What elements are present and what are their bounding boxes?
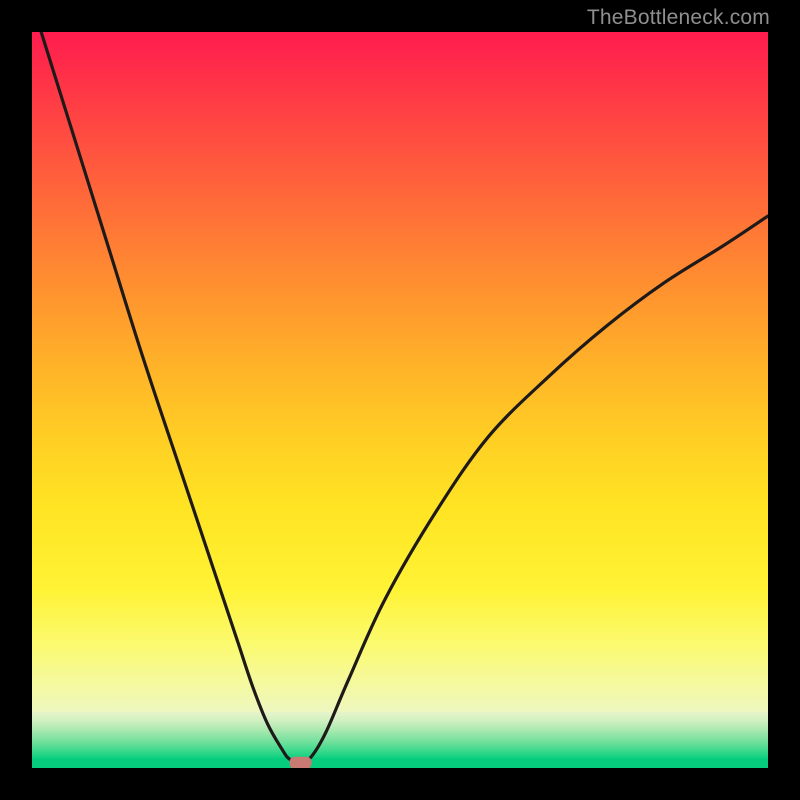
- curve-layer: [32, 32, 768, 768]
- minimum-marker: [290, 757, 312, 768]
- plot-area: [32, 32, 768, 768]
- bottleneck-curve: [32, 32, 768, 763]
- chart-frame: TheBottleneck.com: [0, 0, 800, 800]
- watermark-text: TheBottleneck.com: [587, 6, 770, 30]
